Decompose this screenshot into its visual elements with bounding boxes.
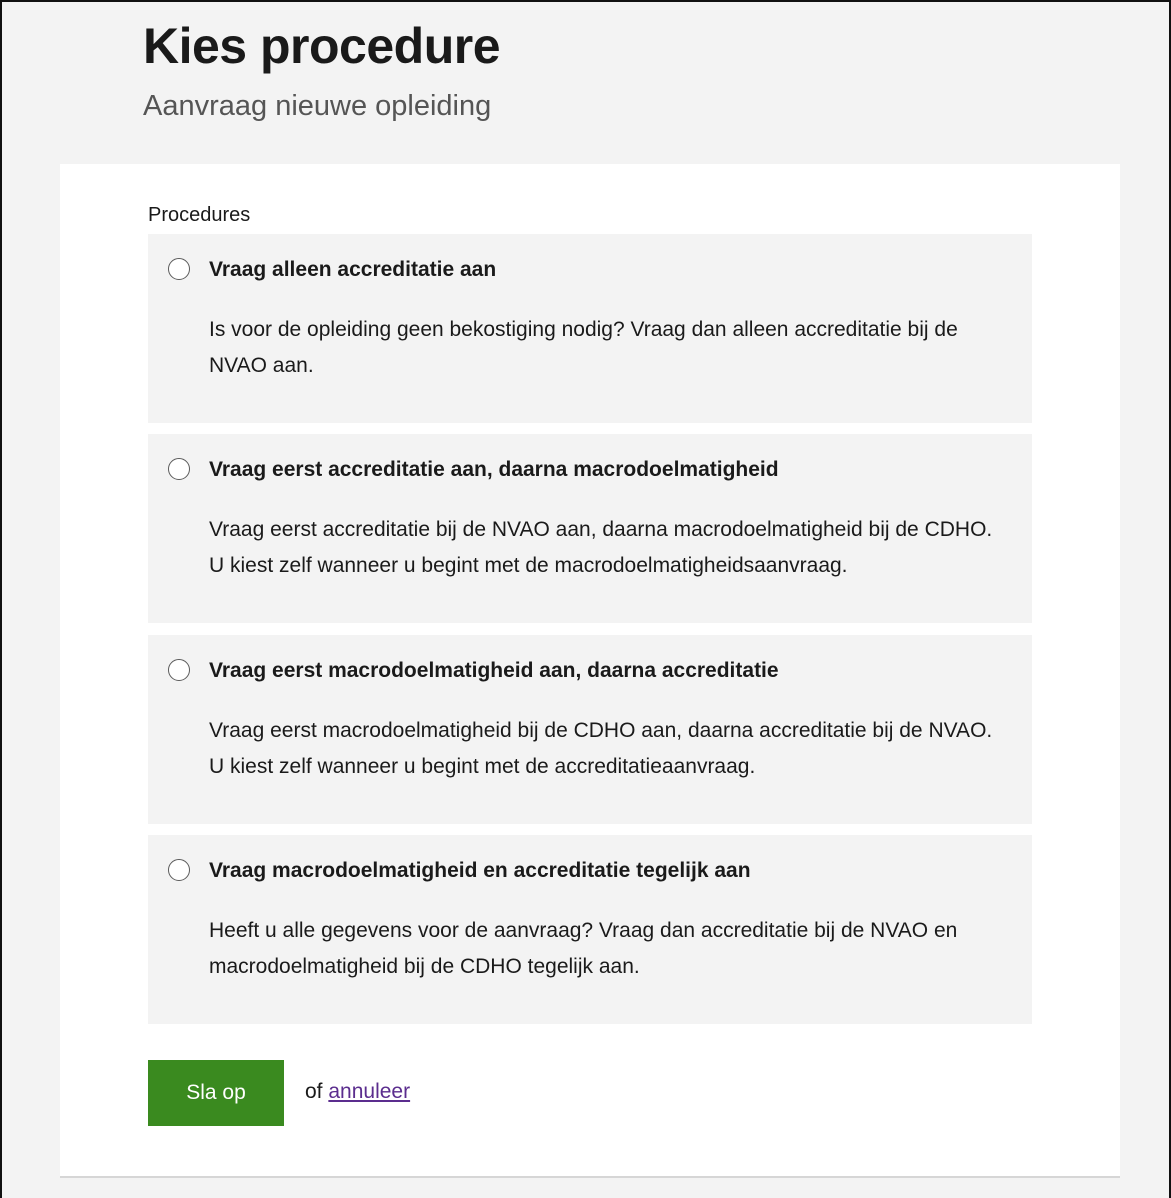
radio-button[interactable] xyxy=(168,859,190,881)
cancel-link[interactable]: annuleer xyxy=(328,1080,410,1103)
radio-button[interactable] xyxy=(168,258,190,280)
option-title: Vraag alleen accreditatie aan xyxy=(209,258,497,281)
procedure-option-accreditation-first[interactable]: Vraag eerst accreditatie aan, daarna mac… xyxy=(148,434,1032,623)
option-title: Vraag eerst accreditatie aan, daarna mac… xyxy=(209,458,779,481)
procedures-legend: Procedures xyxy=(148,204,251,226)
option-title: Vraag macrodoelmatigheid en accreditatie… xyxy=(209,859,751,882)
or-text: of xyxy=(305,1080,329,1103)
option-description: Is voor de opleiding geen bekostiging no… xyxy=(209,318,958,377)
page-title: Kies procedure xyxy=(143,18,501,74)
procedure-option-accreditation-only[interactable]: Vraag alleen accreditatie aan Is voor de… xyxy=(148,234,1032,423)
procedure-option-simultaneous[interactable]: Vraag macrodoelmatigheid en accreditatie… xyxy=(148,835,1032,1024)
procedure-option-macro-first[interactable]: Vraag eerst macrodoelmatigheid aan, daar… xyxy=(148,635,1032,824)
radio-button[interactable] xyxy=(168,458,190,480)
option-description: Heeft u alle gegevens voor de aanvraag? … xyxy=(209,919,958,978)
option-title: Vraag eerst macrodoelmatigheid aan, daar… xyxy=(209,659,779,682)
page-subtitle: Aanvraag nieuwe opleiding xyxy=(143,90,492,122)
procedure-form-card: Procedures Vraag alleen accreditatie aan… xyxy=(60,164,1120,1178)
option-description: Vraag eerst accreditatie bij de NVAO aan… xyxy=(209,518,993,577)
cancel-area: of annuleer xyxy=(305,1078,410,1106)
save-button[interactable]: Sla op xyxy=(148,1060,284,1126)
radio-button[interactable] xyxy=(168,659,190,681)
option-description: Vraag eerst macrodoelmatigheid bij de CD… xyxy=(209,719,993,778)
